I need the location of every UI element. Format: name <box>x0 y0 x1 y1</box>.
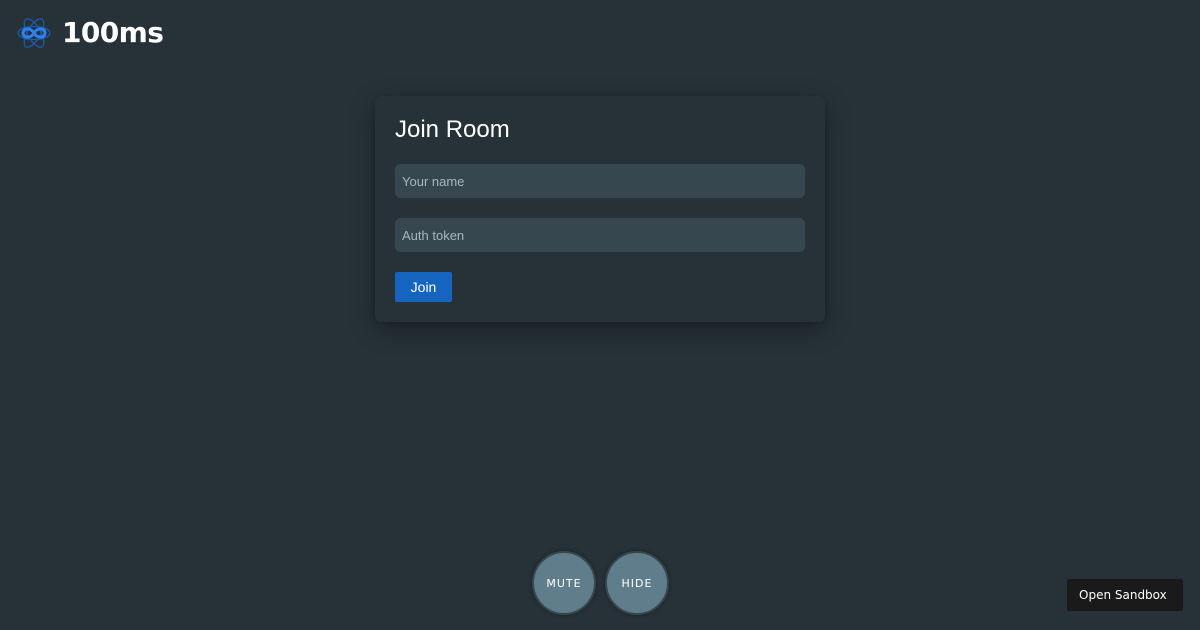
brand-name: 100ms <box>62 16 164 49</box>
auth-token-input[interactable] <box>395 218 805 252</box>
mute-button[interactable]: MUTE <box>532 551 596 615</box>
app-header: 100ms <box>16 14 164 52</box>
card-title: Join Room <box>395 116 510 143</box>
infinity-knot-icon <box>16 15 52 51</box>
media-controls: MUTE HIDE <box>532 551 669 615</box>
join-button[interactable]: Join <box>395 272 452 302</box>
join-room-card: Join Room Join <box>375 96 825 322</box>
hide-button[interactable]: HIDE <box>605 551 669 615</box>
open-sandbox-button[interactable]: Open Sandbox <box>1067 579 1183 611</box>
name-input[interactable] <box>395 164 805 198</box>
